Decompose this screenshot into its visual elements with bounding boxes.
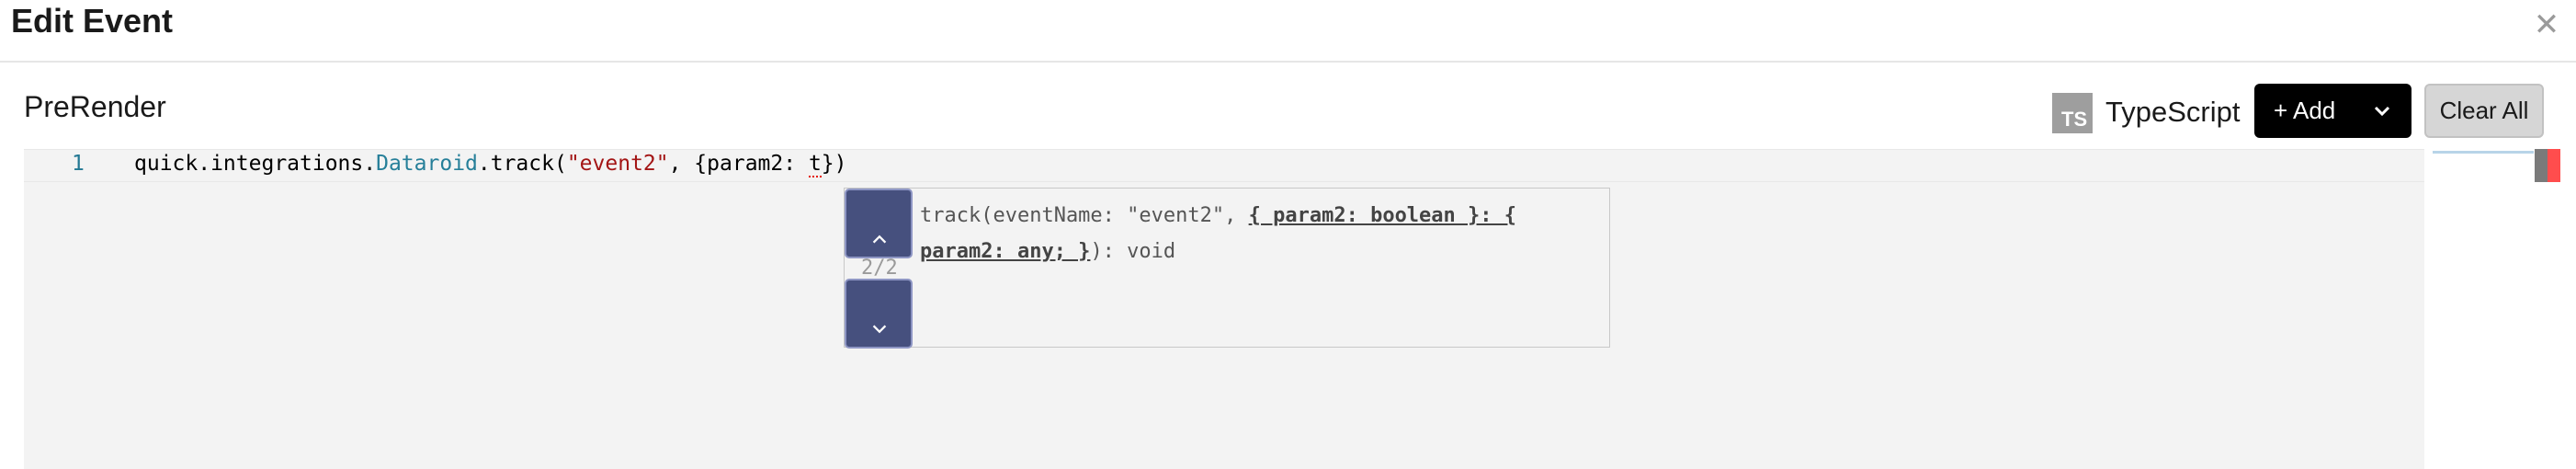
clear-all-button[interactable]: Clear All [2424,84,2544,138]
typescript-icon: TS [2052,93,2093,133]
signature-counter: 2/2 [861,257,898,280]
code-method: .track( [477,152,567,176]
chevron-down-icon [872,325,887,334]
chevron-up-icon [872,234,887,244]
scrollbar-error-marker [2548,149,2560,182]
dialog-header: Edit Event ✕ [0,0,2576,63]
add-button[interactable]: + Add [2254,84,2411,138]
close-icon[interactable]: ✕ [2533,9,2560,40]
signature-text: track(eventName: "event2", { param2: boo… [920,198,1591,269]
parameter-hint-widget: 2/2 track(eventName: "event2", { param2:… [844,188,1610,349]
code-line[interactable]: quick.integrations.Dataroid.track("event… [134,152,847,177]
code-string-token: "event2" [566,152,669,176]
chevron-down-icon[interactable] [2371,100,2393,122]
minimap-line [2433,151,2534,154]
dialog-title: Edit Event [11,2,174,40]
section-title: PreRender [24,90,166,123]
line-number: 1 [72,152,85,176]
signature-prefix: track(eventName: "event2", [920,204,1249,227]
signature-suffix: ): void [1090,240,1176,263]
code-error-token: t [808,152,822,177]
language-label: TypeScript [2105,96,2241,128]
next-signature-button[interactable] [845,279,913,349]
code-class-token: Dataroid [376,152,478,176]
code-prefix: quick.integrations. [134,152,377,176]
minimap[interactable] [2429,149,2534,469]
add-button-label: + Add [2274,97,2336,124]
previous-signature-button[interactable] [845,189,913,258]
code-after-string: , {param2: [668,152,809,176]
code-suffix: }) [821,152,847,176]
